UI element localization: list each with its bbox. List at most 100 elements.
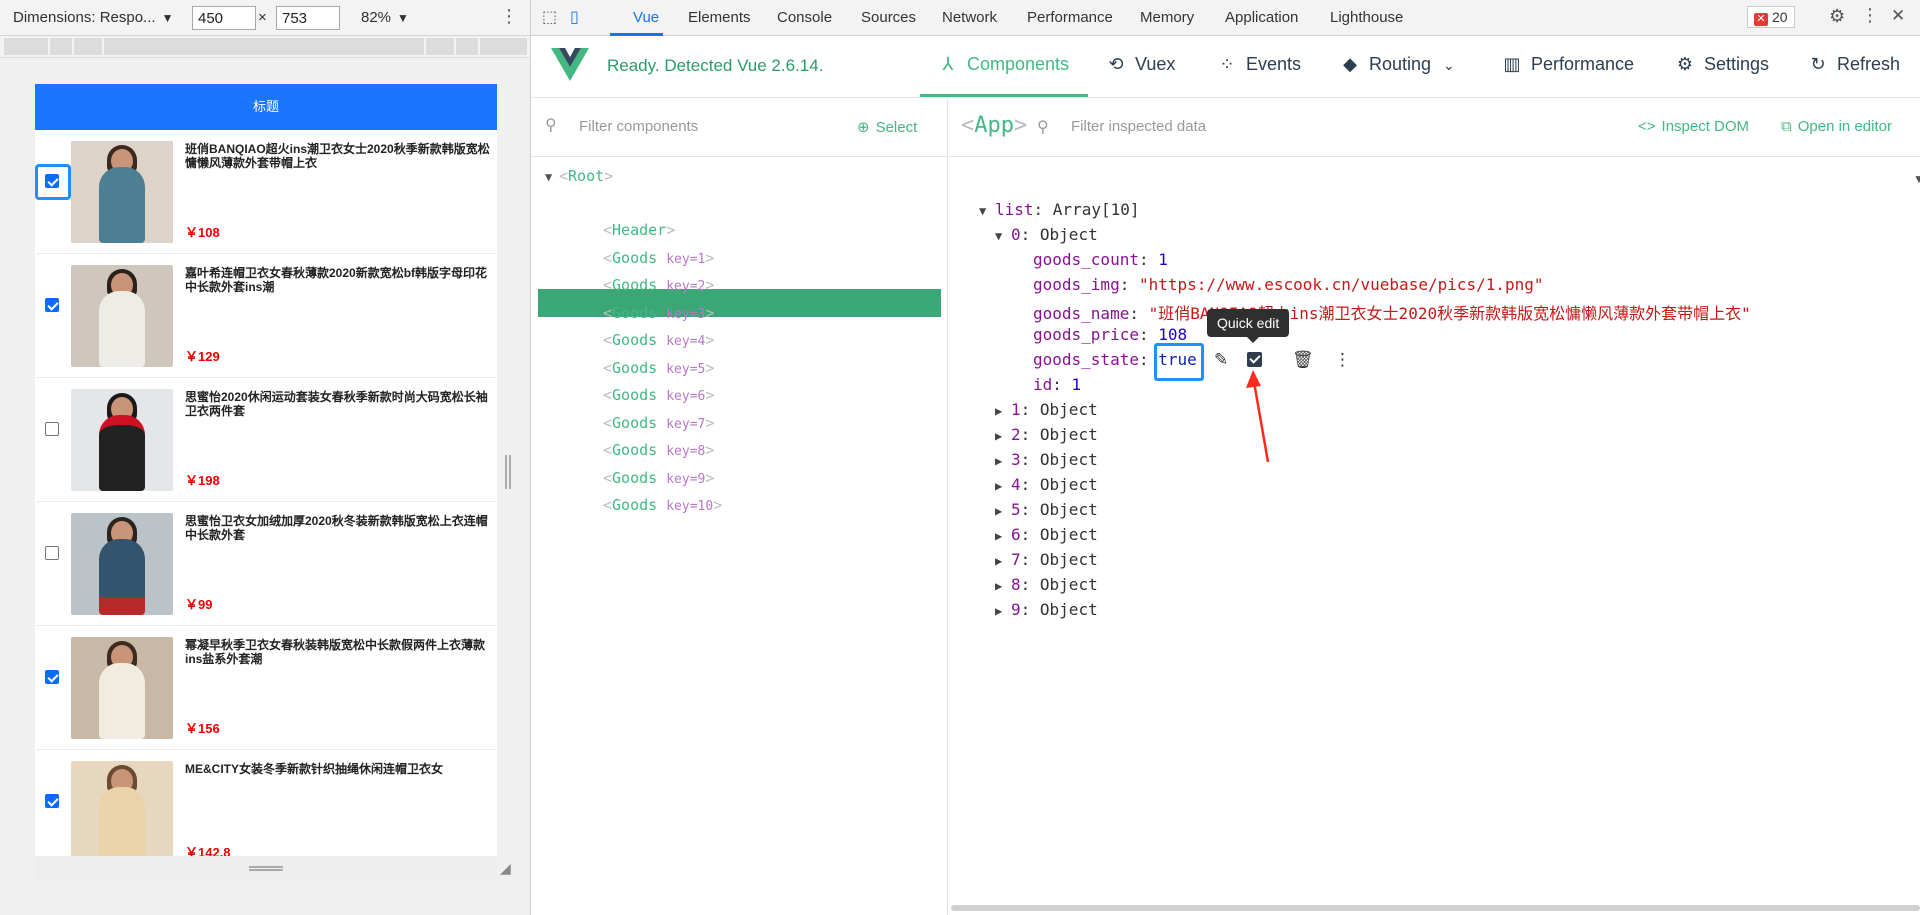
prop-row-item[interactable]: ▶ 4: Object	[995, 475, 1098, 494]
filter-components-input[interactable]: Filter components	[579, 118, 698, 135]
tree-node-goods[interactable]: <Goods key=9>	[603, 469, 714, 487]
prop-row-item[interactable]: ▶ 1: Object	[995, 400, 1098, 419]
goods-checkbox[interactable]	[45, 670, 59, 684]
prop-row-item[interactable]: ▶ 3: Object	[995, 450, 1098, 469]
devtools-pane: ⬚ ▯ Vue Elements Console Sources Network…	[531, 0, 1920, 915]
component-tree-panel: ⚲ Filter components ⊕ Select ▼ <Root> ▼ <Ap…	[531, 99, 948, 915]
nav-vuex[interactable]: ⟲ Vuex	[1105, 54, 1175, 75]
tree-node-app[interactable]: ▼ <App> = $vm0	[563, 194, 678, 212]
prop-row-goods-price[interactable]: goods_price: 108	[1033, 325, 1187, 344]
ruler-segment[interactable]	[50, 38, 72, 55]
inspect-dom-button[interactable]: <> Inspect DOM	[1638, 118, 1749, 135]
ruler-segment[interactable]	[74, 38, 102, 55]
tab-sources[interactable]: Sources	[861, 9, 916, 26]
prop-row-item[interactable]: ▶ 8: Object	[995, 575, 1098, 594]
filter-inspected-data-input[interactable]: Filter inspected data	[1071, 118, 1206, 135]
nav-components[interactable]: ⅄ Components	[937, 54, 1070, 75]
gear-icon: ⚙	[1676, 54, 1694, 74]
tree-node-goods[interactable]: <Goods key=8>	[603, 441, 714, 459]
edit-pencil-icon[interactable]: ✎	[1214, 350, 1228, 370]
more-options-icon[interactable]: ⋮	[1861, 5, 1881, 25]
device-width-input[interactable]	[192, 6, 256, 30]
node-key: key=9	[666, 472, 706, 487]
nav-events[interactable]: ⁘ Events	[1216, 54, 1301, 75]
prop-row-id[interactable]: id: 1	[1033, 375, 1081, 394]
prop-row-item[interactable]: ▼ 0: Object	[995, 225, 1098, 244]
error-count-badge[interactable]: ✕ 20	[1747, 6, 1795, 28]
ruler-segment[interactable]	[4, 38, 48, 55]
prop-row-item[interactable]: ▶ 2: Object	[995, 425, 1098, 444]
delete-icon[interactable]: 🗑	[1292, 350, 1314, 370]
tab-lighthouse[interactable]: Lighthouse	[1330, 9, 1403, 26]
nav-refresh[interactable]: ↻ Refresh	[1807, 54, 1900, 75]
prop-row-item[interactable]: ▶ 6: Object	[995, 525, 1098, 544]
tab-memory[interactable]: Memory	[1140, 9, 1194, 26]
device-emulation-pane: Dimensions: Respo... ▼ × 82% ▼ ⋮ 标题 班俏BANQ…	[0, 0, 531, 915]
components-icon: ⅄	[942, 54, 954, 74]
ruler-segment[interactable]	[104, 38, 424, 55]
ruler-segment[interactable]	[426, 38, 454, 55]
prop-row-goods-name[interactable]: goods_name: "班俏BANQIAO超火ins潮卫衣女士2020秋季新款…	[1033, 300, 1751, 324]
prop-key: 3	[1011, 450, 1021, 469]
goods-checkbox[interactable]	[45, 422, 59, 436]
expanded-arrow-icon: ▼	[995, 229, 1003, 243]
gear-icon[interactable]: ⚙	[1829, 6, 1849, 26]
ruler-segment[interactable]	[456, 38, 478, 55]
tab-network[interactable]: Network	[942, 9, 997, 26]
device-height-input[interactable]	[276, 6, 340, 30]
nav-settings[interactable]: ⚙ Settings	[1674, 54, 1769, 75]
prop-key: list	[995, 200, 1034, 219]
tree-node-goods[interactable]: <Goods key=7>	[603, 414, 714, 432]
nav-performance[interactable]: ▥ Performance	[1501, 54, 1634, 75]
tab-application[interactable]: Application	[1225, 9, 1298, 26]
open-in-editor-button[interactable]: ⧉ Open in editor	[1781, 118, 1892, 135]
node-key: key=8	[666, 444, 706, 459]
tree-node-goods[interactable]: <Goods key=1>	[603, 249, 714, 267]
goods-checkbox[interactable]	[45, 546, 59, 560]
tree-node-header[interactable]: <Header>	[603, 221, 675, 239]
quick-edit-checkbox-icon[interactable]	[1247, 352, 1262, 367]
corner-resize-icon[interactable]: ◢	[500, 860, 511, 877]
tab-console[interactable]: Console	[777, 9, 832, 26]
error-icon: ✕	[1754, 13, 1768, 26]
data-section-header[interactable]: ▼data	[1913, 167, 1920, 188]
tree-node-goods[interactable]: <Goods key=5>	[603, 359, 714, 377]
media-query-ruler[interactable]	[0, 36, 530, 58]
dimensions-dropdown[interactable]: Dimensions: Respo... ▼	[13, 9, 173, 26]
prop-row-item[interactable]: ▶ 7: Object	[995, 550, 1098, 569]
inspect-element-icon[interactable]: ⬚	[542, 7, 562, 27]
tree-node-goods[interactable]: <Goods key=3>	[603, 304, 714, 322]
prop-row-item[interactable]: ▶ 5: Object	[995, 500, 1098, 519]
resize-grip-icon[interactable]	[249, 866, 283, 871]
tree-node-root[interactable]: ▼ <Root>	[545, 167, 613, 185]
goods-checkbox[interactable]	[45, 174, 59, 188]
horizontal-scrollbar[interactable]	[951, 905, 1920, 911]
node-key: key=1	[666, 252, 706, 267]
prop-row-goods-img[interactable]: goods_img: "https://www.escook.cn/vuebas…	[1033, 275, 1544, 294]
nav-label: Vuex	[1135, 54, 1176, 74]
nav-routing[interactable]: ◆ Routing ⌄	[1339, 54, 1455, 75]
prop-row-goods-count[interactable]: goods_count: 1	[1033, 250, 1168, 269]
select-component-button[interactable]: ⊕ Select	[857, 118, 917, 136]
more-actions-icon[interactable]: ⋮	[1334, 350, 1351, 370]
tab-performance[interactable]: Performance	[1027, 9, 1113, 26]
ruler-segment[interactable]	[480, 38, 527, 55]
tab-elements[interactable]: Elements	[688, 9, 751, 26]
prop-row-list[interactable]: ▼ list: Array[10]	[979, 200, 1140, 219]
tree-node-goods[interactable]: <Goods key=6>	[603, 386, 714, 404]
close-icon[interactable]: ✕	[1891, 6, 1911, 26]
device-toggle-icon[interactable]: ▯	[570, 7, 590, 27]
tree-node-goods[interactable]: <Goods key=2>	[603, 276, 714, 294]
zoom-dropdown[interactable]: 82% ▼	[361, 9, 409, 26]
collapsed-arrow-icon: ▶	[995, 479, 1003, 493]
goods-checkbox[interactable]	[45, 298, 59, 312]
node-name: Goods	[612, 276, 658, 294]
caret-down-icon: ▼	[397, 11, 409, 25]
goods-checkbox[interactable]	[45, 794, 59, 808]
more-options-icon[interactable]: ⋮	[500, 6, 518, 27]
tree-node-goods[interactable]: <Goods key=4>	[603, 331, 714, 349]
phone-resize-handle[interactable]	[505, 455, 511, 489]
tree-node-goods[interactable]: <Goods key=10>	[603, 496, 722, 514]
tab-vue[interactable]: Vue	[633, 9, 659, 26]
prop-row-item[interactable]: ▶ 9: Object	[995, 600, 1098, 619]
